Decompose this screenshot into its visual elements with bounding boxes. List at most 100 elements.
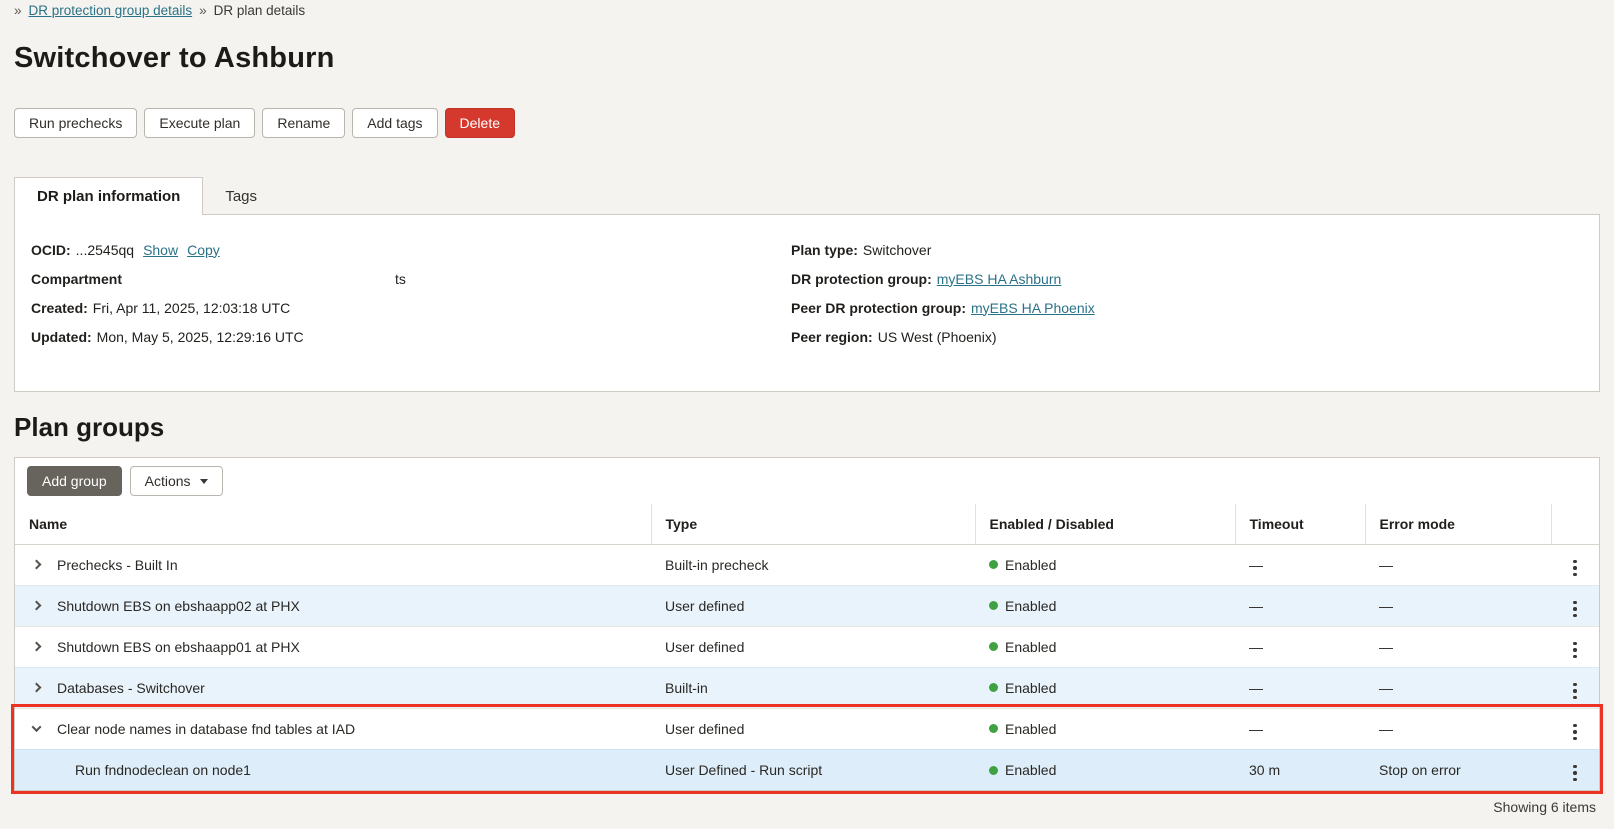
plan-groups-title: Plan groups	[14, 412, 165, 442]
enabled-status-icon	[989, 601, 998, 611]
add-group-button[interactable]: Add group	[27, 466, 122, 496]
plan-groups-panel: Add group Actions Name Type Enabled / Di…	[11, 457, 1603, 794]
expand-chevron-icon[interactable]	[29, 640, 43, 654]
breadcrumb-separator: »	[14, 3, 22, 18]
ocid-value: ...2545qq	[75, 241, 135, 258]
error-mode-value: —	[1365, 666, 1551, 708]
column-header-name: Name	[15, 504, 651, 545]
error-mode-value: Stop on error	[1365, 748, 1551, 790]
error-mode-value: —	[1365, 707, 1551, 749]
ocid-label: OCID:	[31, 241, 71, 258]
rename-button[interactable]: Rename	[262, 108, 346, 138]
column-header-timeout: Timeout	[1234, 504, 1365, 545]
expand-chevron-icon[interactable]	[29, 558, 43, 572]
ocid-copy-link[interactable]: Copy	[187, 242, 220, 258]
tab-bar: DR plan information Tags	[14, 177, 1600, 215]
dr-protection-group-label: DR protection group:	[791, 270, 932, 287]
tab-tags[interactable]: Tags	[203, 177, 279, 215]
timeout-value: —	[1235, 625, 1365, 667]
status-label: Enabled	[1005, 679, 1057, 696]
updated-value: Mon, May 5, 2025, 12:29:16 UTC	[96, 328, 304, 345]
plan-group-type: Built-in precheck	[665, 556, 769, 573]
kebab-menu-icon[interactable]	[1567, 721, 1583, 744]
timeout-value: —	[1235, 584, 1365, 626]
plan-groups-toolbar: Add group Actions	[15, 458, 1599, 504]
plan-type-row: Plan type: Switchover	[791, 235, 1551, 264]
ocid-row: OCID: ...2545qq Show Copy	[31, 235, 791, 264]
tab-label: DR plan information	[37, 188, 181, 205]
table-row[interactable]: Databases - Switchover Built-in Enabled …	[15, 666, 1599, 708]
plan-group-name: Shutdown EBS on ebshaapp02 at PHX	[57, 597, 300, 614]
execute-plan-button[interactable]: Execute plan	[144, 108, 256, 138]
plan-groups-table-wrap: Name Type Enabled / Disabled Timeout Err…	[11, 504, 1603, 794]
plan-group-name: Shutdown EBS on ebshaapp01 at PHX	[57, 638, 300, 655]
plan-group-type: Built-in	[651, 666, 975, 708]
expand-chevron-icon[interactable]	[29, 599, 43, 613]
tab-dr-plan-information[interactable]: DR plan information	[14, 177, 204, 215]
peer-dr-protection-group-link[interactable]: myEBS HA Phoenix	[971, 300, 1095, 316]
peer-dr-protection-group-label: Peer DR protection group:	[791, 299, 967, 316]
error-mode-value: —	[1365, 584, 1551, 626]
actions-label: Actions	[144, 473, 191, 489]
error-mode-value: —	[1379, 556, 1393, 573]
enabled-status-icon	[989, 724, 998, 734]
status-label: Enabled	[1005, 597, 1057, 614]
column-header-type: Type	[650, 504, 975, 545]
expand-chevron-icon[interactable]	[29, 681, 43, 695]
plan-step-type: User Defined - Run script	[651, 748, 975, 790]
redacted-compartment-value	[127, 269, 396, 288]
dr-protection-group-row: DR protection group: myEBS HA Ashburn	[791, 264, 1551, 293]
peer-region-label: Peer region:	[791, 328, 873, 345]
table-row[interactable]: Shutdown EBS on ebshaapp02 at PHX User d…	[15, 584, 1599, 626]
table-row-child-step[interactable]: Run fndnodeclean on node1 User Defined -…	[15, 748, 1599, 790]
dr-protection-group-link[interactable]: myEBS HA Ashburn	[937, 271, 1062, 287]
add-tags-button[interactable]: Add tags	[352, 108, 438, 138]
actions-dropdown-button[interactable]: Actions	[129, 466, 223, 496]
status-label: Enabled	[1005, 720, 1057, 737]
enabled-status-icon	[989, 683, 998, 693]
tab-label: Tags	[225, 187, 258, 205]
delete-button[interactable]: Delete	[444, 108, 515, 138]
status-label: Enabled	[1005, 556, 1057, 573]
compartment-value: ts	[395, 270, 406, 287]
table-row-highlighted[interactable]: Clear node names in database fnd tables …	[15, 707, 1599, 749]
kebab-menu-icon[interactable]	[1567, 680, 1583, 703]
chevron-down-icon	[199, 478, 208, 484]
collapse-chevron-icon[interactable]	[29, 722, 43, 736]
plan-group-name: Clear node names in database fnd tables …	[57, 720, 356, 737]
breadcrumb-separator: »	[199, 3, 207, 18]
breadcrumb-link-dr-protection-group[interactable]: DR protection group details	[29, 3, 193, 18]
table-row[interactable]: Prechecks - Built In Built-in precheck E…	[15, 544, 1599, 585]
plan-group-type: User defined	[651, 625, 975, 667]
kebab-menu-icon[interactable]	[1567, 762, 1583, 785]
info-right-column: Plan type: Switchover DR protection grou…	[791, 235, 1551, 371]
plan-type-label: Plan type:	[791, 241, 858, 258]
kebab-menu-icon[interactable]	[1567, 598, 1583, 621]
timeout-value: —	[1249, 556, 1263, 573]
plan-step-name: Run fndnodeclean on node1	[75, 761, 251, 778]
created-label: Created:	[31, 299, 88, 316]
kebab-menu-icon[interactable]	[1567, 557, 1583, 580]
table-footer-count: Showing 6 items	[1493, 799, 1596, 815]
page-title: Switchover to Ashburn	[14, 42, 335, 74]
plan-group-name: Databases - Switchover	[57, 679, 205, 696]
error-mode-value: —	[1365, 625, 1551, 667]
compartment-label: Compartment	[31, 270, 123, 287]
peer-region-row: Peer region: US West (Phoenix)	[791, 322, 1551, 351]
updated-label: Updated:	[31, 328, 92, 345]
timeout-value: 30 m	[1235, 748, 1365, 790]
table-row[interactable]: Shutdown EBS on ebshaapp01 at PHX User d…	[15, 625, 1599, 667]
ocid-show-link[interactable]: Show	[143, 242, 178, 258]
compartment-row: Compartment ts	[31, 264, 791, 293]
table-header-row: Name Type Enabled / Disabled Timeout Err…	[15, 504, 1599, 545]
status-label: Enabled	[1005, 762, 1057, 778]
plan-group-name: Prechecks - Built In	[57, 556, 178, 573]
enabled-status-icon	[989, 642, 998, 652]
peer-region-value: US West (Phoenix)	[877, 328, 997, 345]
breadcrumb-current: DR plan details	[213, 3, 306, 18]
timeout-value: —	[1235, 707, 1365, 749]
peer-dr-protection-group-row: Peer DR protection group: myEBS HA Phoen…	[791, 293, 1551, 322]
plan-groups-table: Name Type Enabled / Disabled Timeout Err…	[15, 504, 1599, 790]
kebab-menu-icon[interactable]	[1567, 639, 1583, 662]
run-prechecks-button[interactable]: Run prechecks	[14, 108, 138, 138]
